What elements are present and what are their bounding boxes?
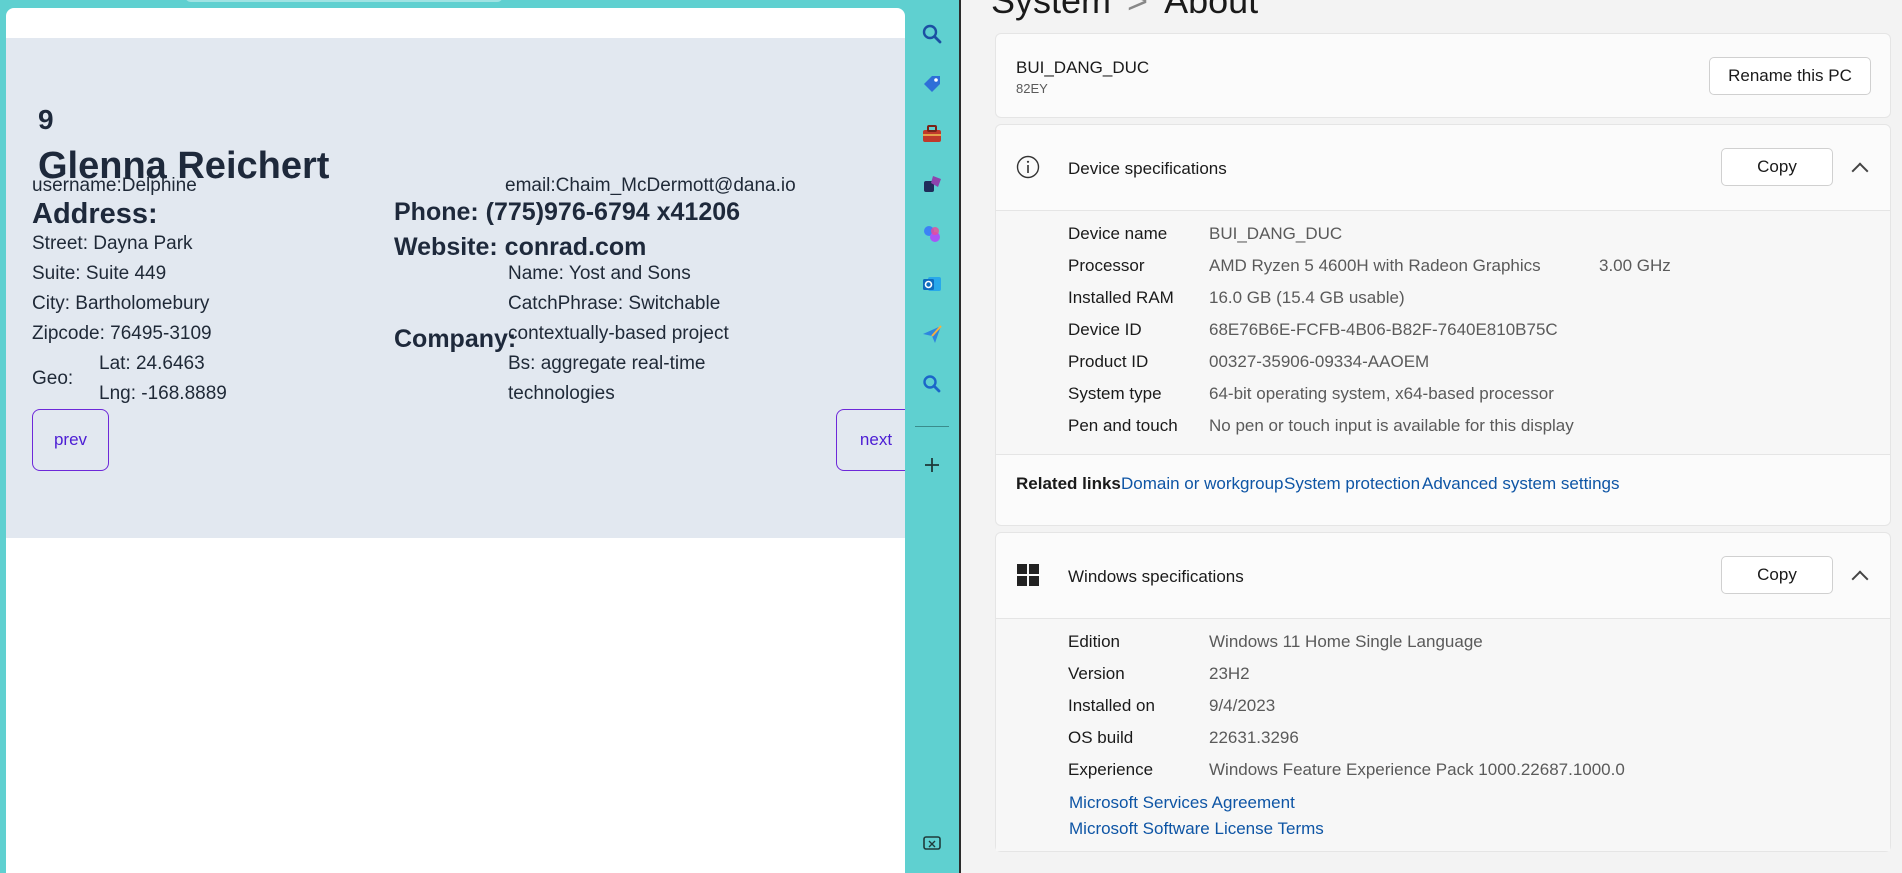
spec-value-os-build: 22631.3296 [1209, 728, 1299, 747]
breadcrumb: System > About [991, 0, 1258, 22]
info-icon [1016, 155, 1040, 184]
windows-spec-header[interactable]: Windows specifications Copy [996, 533, 1892, 618]
license-terms-link[interactable]: Microsoft Software License Terms [1069, 819, 1324, 839]
geo-label: Geo: [32, 368, 74, 389]
spec-value-product-id: 00327-35906-09334-AAOEM [1209, 352, 1430, 371]
windows-logo-icon [1016, 563, 1040, 592]
email-text: email:Chaim_McDermott@dana.io [505, 175, 796, 196]
street-text: Street: Dayna Park [32, 233, 193, 254]
related-links-label: Related links [1016, 474, 1121, 493]
bs-line-2: technologies [508, 383, 615, 404]
copy-device-spec-button[interactable]: Copy [1721, 148, 1833, 186]
copilot-icon[interactable] [919, 221, 945, 247]
user-card: 9 Glenna Reichert username:Delphine emai… [6, 38, 905, 538]
lng-text: Lng: -168.8889 [99, 383, 227, 404]
zipcode-text: Zipcode: 76495-3109 [32, 323, 212, 344]
search-icon[interactable] [919, 21, 945, 47]
company-heading: Company: [394, 325, 517, 353]
spec-value-pen-touch: No pen or touch input is available for t… [1209, 416, 1574, 435]
username-text: username:Delphine [32, 175, 197, 196]
spec-label-version: Version [1068, 664, 1125, 683]
spec-value-device-id: 68E76B6E-FCFB-4B06-B82F-7640E810B75C [1209, 320, 1558, 339]
copy-windows-spec-button[interactable]: Copy [1721, 556, 1833, 594]
tag-icon[interactable] [919, 71, 945, 97]
add-icon[interactable] [919, 452, 945, 478]
pc-model: 82EY [1016, 81, 1048, 96]
chevron-up-icon[interactable] [1851, 162, 1869, 180]
toolbox-icon[interactable] [919, 121, 945, 147]
breadcrumb-separator: > [1127, 0, 1149, 21]
spec-value-edition: Windows 11 Home Single Language [1209, 632, 1483, 651]
chevron-up-icon[interactable] [1851, 570, 1869, 588]
prev-button[interactable]: prev [32, 409, 109, 471]
edge-sidebar [905, 0, 959, 873]
breadcrumb-system[interactable]: System [991, 0, 1111, 21]
spec-label-os-build: OS build [1068, 728, 1134, 747]
spec-value-device-name: BUI_DANG_DUC [1209, 224, 1343, 243]
web-page: 9 Glenna Reichert username:Delphine emai… [6, 8, 905, 873]
domain-workgroup-link[interactable]: Domain or workgroup [1121, 474, 1284, 494]
system-protection-link[interactable]: System protection [1284, 474, 1420, 494]
spec-label-device-name: Device name [1068, 224, 1168, 243]
device-spec-header[interactable]: Device specifications Copy [996, 125, 1892, 210]
catchphrase-line-2: contextually-based project [508, 323, 729, 344]
spec-value-processor-speed: 3.00 GHz [1599, 256, 1671, 275]
outlook-icon[interactable] [919, 271, 945, 297]
windows-spec-title: Windows specifications [1068, 567, 1244, 586]
sidebar-divider [915, 426, 949, 427]
spec-label-pen-touch: Pen and touch [1068, 416, 1178, 435]
address-heading: Address: [32, 198, 158, 230]
company-name-text: Name: Yost and Sons [508, 263, 691, 284]
send-icon[interactable] [919, 321, 945, 347]
spec-value-experience: Windows Feature Experience Pack 1000.226… [1209, 760, 1625, 779]
city-text: City: Bartholomebury [32, 293, 210, 314]
spec-label-experience: Experience [1068, 760, 1154, 779]
pc-name-panel: BUI_DANG_DUC 82EY Rename this PC [995, 33, 1891, 118]
breadcrumb-about: About [1164, 0, 1259, 21]
spec-label-product-id: Product ID [1068, 352, 1149, 371]
suite-text: Suite: Suite 449 [32, 263, 167, 284]
pc-name: BUI_DANG_DUC [1016, 58, 1150, 77]
browser-pane: 9 Glenna Reichert username:Delphine emai… [0, 0, 916, 873]
games-icon[interactable] [919, 171, 945, 197]
spec-value-ram: 16.0 GB (15.4 GB usable) [1209, 288, 1405, 307]
bing-search-icon[interactable] [919, 371, 945, 397]
screenshot-icon[interactable] [919, 831, 945, 857]
bs-line-1: Bs: aggregate real-time [508, 353, 706, 374]
advanced-system-settings-link[interactable]: Advanced system settings [1422, 474, 1619, 494]
phone-text: Phone: (775)976-6794 x41206 [394, 198, 741, 226]
catchphrase-line-1: CatchPhrase: Switchable [508, 293, 721, 314]
spec-label-device-id: Device ID [1068, 320, 1142, 339]
spec-label-processor: Processor [1068, 256, 1145, 275]
spec-value-version: 23H2 [1209, 664, 1250, 683]
user-id: 9 [38, 104, 54, 135]
spec-value-system-type: 64-bit operating system, x64-based proce… [1209, 384, 1554, 403]
spec-value-processor: AMD Ryzen 5 4600H with Radeon Graphics [1209, 256, 1541, 275]
rename-pc-button[interactable]: Rename this PC [1709, 57, 1871, 95]
next-button[interactable]: next [836, 409, 916, 471]
address-bar[interactable] [185, 0, 503, 2]
spec-label-installed-on: Installed on [1068, 696, 1155, 715]
spec-label-edition: Edition [1068, 632, 1120, 651]
spec-value-installed-on: 9/4/2023 [1209, 696, 1276, 715]
spec-label-system-type: System type [1068, 384, 1162, 403]
device-spec-title: Device specifications [1068, 159, 1227, 178]
website-text: Website: conrad.com [394, 233, 647, 261]
spec-label-ram: Installed RAM [1068, 288, 1174, 307]
services-agreement-link[interactable]: Microsoft Services Agreement [1069, 793, 1295, 813]
lat-text: Lat: 24.6463 [99, 353, 205, 374]
